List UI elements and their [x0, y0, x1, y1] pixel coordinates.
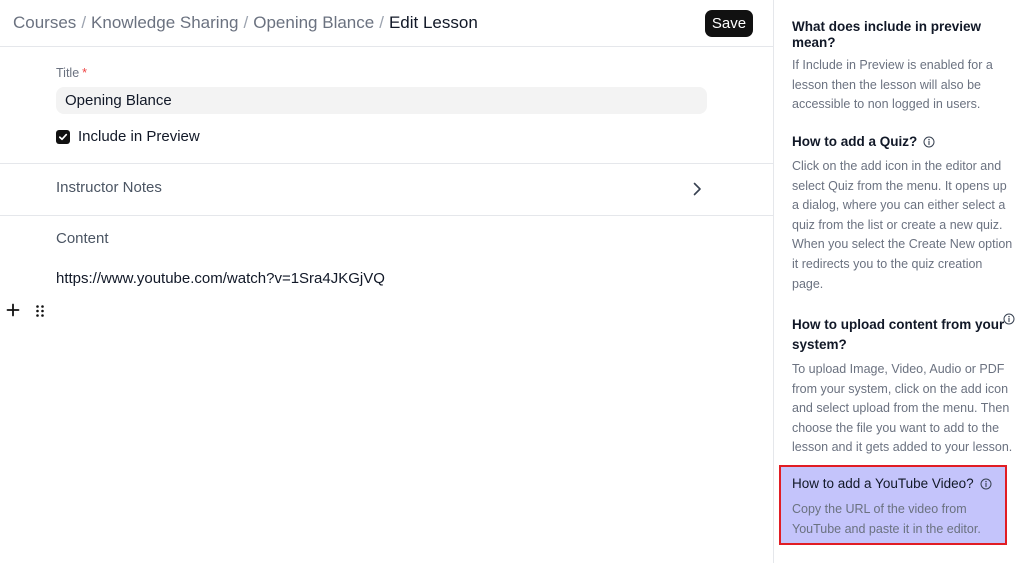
instructor-notes-label[interactable]: Instructor Notes	[56, 179, 162, 196]
breadcrumb-current: Edit Lesson	[388, 13, 478, 32]
help-text-line: When you select the Create New option	[792, 237, 1013, 252]
help-preview-title-line: What does include in preview	[792, 19, 982, 34]
breadcrumb-item-course[interactable]: Knowledge Sharing	[91, 13, 238, 32]
help-preview-title-line: mean?	[792, 35, 836, 50]
required-mark: *	[82, 66, 88, 80]
include-preview-checkbox[interactable]	[56, 129, 70, 144]
help-upload-title: How to upload content from your system?	[792, 315, 1004, 355]
help-text-line: and select upload from the menu. Then	[792, 401, 1010, 416]
help-text-line: YouTube and paste it in the editor.	[792, 521, 981, 536]
help-upload-text: To upload Image, Video, Audio or PDF fro…	[792, 360, 1016, 458]
help-text-line: from your system, click on the add icon	[792, 381, 1009, 396]
help-text-line: accessible to non logged in users.	[792, 97, 981, 112]
breadcrumb-separator: /	[81, 13, 87, 32]
help-quiz-title: How to add a Quiz?	[792, 134, 935, 150]
help-upload-title-line: system?	[792, 337, 847, 352]
chevron-right-icon[interactable]	[690, 181, 704, 197]
title-input[interactable]	[56, 87, 707, 114]
title-label-text: Title	[56, 66, 80, 80]
help-text-line: choose the file you want to add to the	[792, 420, 1000, 435]
check-icon	[58, 133, 68, 140]
help-text-line: it redirects you to the quiz creation	[792, 256, 983, 271]
help-youtube-title: How to add a YouTube Video?	[792, 476, 992, 492]
lesson-editor: Courses / Knowledge Sharing / Opening Blance…	[0, 0, 773, 563]
help-text-line: lesson then the lesson will also be	[792, 77, 982, 92]
content-label: Content	[56, 230, 109, 247]
divider	[0, 215, 773, 216]
content-editor-text[interactable]: https://www.youtube.com/watch?v=1Sra4JKG…	[56, 270, 385, 287]
page-header: Courses / Knowledge Sharing / Opening Blance…	[0, 0, 773, 47]
help-text-line: a dialog, where you can either select a	[792, 198, 1006, 213]
breadcrumb-separator: /	[243, 13, 249, 32]
breadcrumb-item-courses[interactable]: Courses	[13, 13, 76, 32]
help-preview-text: If Include in Preview is enabled for a l…	[792, 56, 1016, 115]
help-text-line: page.	[792, 276, 824, 291]
save-button[interactable]: Save	[705, 10, 753, 37]
help-text-line: To upload Image, Video, Audio or PDF	[792, 362, 1005, 376]
breadcrumb-item-lesson[interactable]: Opening Blance	[253, 13, 374, 32]
title-label: Title *	[56, 66, 87, 80]
include-preview-label: Include in Preview	[78, 128, 200, 145]
help-text-line: Copy the URL of the video from	[792, 502, 967, 516]
help-quiz-text: Click on the add icon in the editor and …	[792, 157, 1016, 294]
help-upload-title-line: How to upload content from your	[792, 317, 1005, 332]
info-icon[interactable]	[923, 136, 935, 148]
help-text-line: If Include in Preview is enabled for a	[792, 58, 993, 72]
divider	[0, 163, 773, 164]
help-quiz-title-text: How to add a Quiz?	[792, 134, 918, 149]
help-text-line: Click on the add icon in the editor and	[792, 159, 1002, 173]
drag-handle-icon[interactable]	[35, 304, 45, 318]
plus-icon[interactable]	[6, 303, 20, 317]
help-text-line: select Quiz from the menu. It opens up	[792, 178, 1007, 193]
help-preview-title: What does include in preview mean?	[792, 19, 981, 51]
help-text-line: lesson and it gets added to your lesson.	[792, 440, 1013, 455]
help-youtube-title-text: How to add a YouTube Video?	[792, 476, 974, 491]
include-preview-row[interactable]: Include in Preview	[56, 128, 200, 145]
help-youtube-text: Copy the URL of the video from YouTube a…	[792, 500, 1016, 539]
info-icon[interactable]	[1003, 313, 1015, 325]
breadcrumb-separator: /	[379, 13, 384, 32]
help-text-line: quiz from the list or create a new quiz.	[792, 217, 1003, 232]
info-icon[interactable]	[980, 478, 992, 490]
breadcrumb: Courses / Knowledge Sharing / Opening Blance…	[13, 13, 478, 33]
